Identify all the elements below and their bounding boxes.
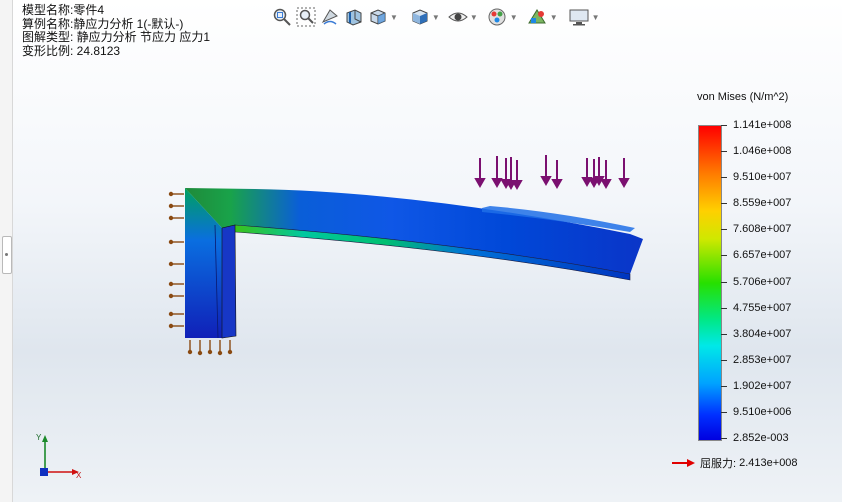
- leg-side-face: [221, 224, 237, 339]
- section-view-icon: [346, 9, 362, 26]
- apply-scene-button[interactable]: ▼: [526, 6, 558, 28]
- legend-tick-label: 6.657e+007: [733, 249, 792, 261]
- chevron-down-icon: ▼: [591, 12, 600, 22]
- stress-result-model: [168, 155, 643, 356]
- zoom-to-area-icon: [296, 7, 316, 27]
- load-arrows: [474, 155, 630, 191]
- previous-view-icon: [321, 9, 338, 25]
- chevron-down-icon: ▼: [431, 12, 440, 22]
- legend-tick-label: 9.510e+007: [733, 171, 792, 183]
- legend-tick: [721, 308, 727, 309]
- yield-value: 2.413e+008: [739, 457, 798, 469]
- legend-tick: [721, 282, 727, 283]
- legend-color-bar: [698, 125, 722, 441]
- view-settings-button[interactable]: ▼: [568, 6, 600, 28]
- yield-strength-indicator: 屈服力: 2.413e+008: [672, 455, 798, 471]
- triad-y-label: Y: [36, 433, 42, 442]
- model-name-text: 模型名称:零件4: [22, 3, 105, 17]
- legend-tick-label: 1.141e+008: [733, 119, 792, 131]
- legend-tick: [721, 151, 727, 152]
- chevron-down-icon: ▼: [549, 12, 558, 22]
- legend-tick: [721, 438, 727, 439]
- study-name-text: 算例名称:静应力分析 1(-默认-): [22, 16, 184, 31]
- chevron-down-icon: ▼: [509, 12, 518, 22]
- legend-tick: [721, 177, 727, 178]
- legend-tick: [721, 203, 727, 204]
- view-settings-icon: [569, 9, 589, 26]
- legend-tick-label: 1.902e+007: [733, 380, 792, 392]
- edit-appearance-icon: [488, 8, 506, 26]
- study-info-block: 模型名称:零件4 算例名称:静应力分析 1(-默认-) 图解类型: 静应力分析 …: [22, 3, 211, 58]
- edit-appearance-button[interactable]: ▼: [486, 6, 518, 28]
- chevron-down-icon: ▼: [469, 12, 478, 22]
- legend-tick-label: 9.510e+006: [733, 406, 792, 418]
- deformation-scale-text: 变形比例: 24.8123: [22, 43, 121, 58]
- legend-tick: [721, 412, 727, 413]
- plot-type-text: 图解类型: 静应力分析 节应力 应力1: [22, 30, 211, 44]
- legend-tick-label: 3.804e+007: [733, 328, 792, 340]
- legend-tick-label: 8.559e+007: [733, 197, 792, 209]
- section-view-button[interactable]: [344, 6, 364, 28]
- heads-up-view-toolbar: ▼ ▼ ▼ ▼ ▼ ▼: [272, 4, 600, 30]
- legend-tick: [721, 229, 727, 230]
- legend-tick-label: 5.706e+007: [733, 276, 792, 288]
- reference-triad: Y X: [36, 433, 82, 480]
- display-style-icon: [412, 9, 428, 25]
- legend-tick: [721, 334, 727, 335]
- legend-tick-label: 2.852e-003: [733, 432, 789, 444]
- left-side-panel: [0, 0, 13, 502]
- zoom-to-fit-button[interactable]: [272, 6, 292, 28]
- view-orientation-button[interactable]: ▼: [368, 6, 398, 28]
- chevron-down-icon: ▼: [390, 12, 398, 22]
- zoom-to-fit-icon: [273, 8, 291, 26]
- view-orientation-icon: [370, 9, 386, 25]
- hide-show-items-icon: [448, 12, 468, 22]
- yield-label: 屈服力:: [700, 458, 737, 470]
- previous-view-button[interactable]: [320, 6, 340, 28]
- legend-tick: [721, 360, 727, 361]
- yield-arrow-icon: [672, 459, 695, 467]
- triad-x-label: X: [76, 471, 82, 480]
- legend-tick-label: 7.608e+007: [733, 223, 792, 235]
- legend-tick: [721, 255, 727, 256]
- display-style-button[interactable]: ▼: [410, 6, 440, 28]
- apply-scene-icon: [527, 9, 546, 24]
- hide-show-items-button[interactable]: ▼: [448, 6, 478, 28]
- legend-tick: [721, 386, 727, 387]
- legend-tick: [721, 125, 727, 126]
- legend-tick-label: 4.755e+007: [733, 302, 792, 314]
- panel-expand-handle[interactable]: [2, 236, 12, 274]
- legend-tick-label: 2.853e+007: [733, 354, 792, 366]
- zoom-to-area-button[interactable]: [296, 6, 316, 28]
- legend-tick-label: 1.046e+008: [733, 145, 792, 157]
- legend-title: von Mises (N/m^2): [697, 91, 789, 103]
